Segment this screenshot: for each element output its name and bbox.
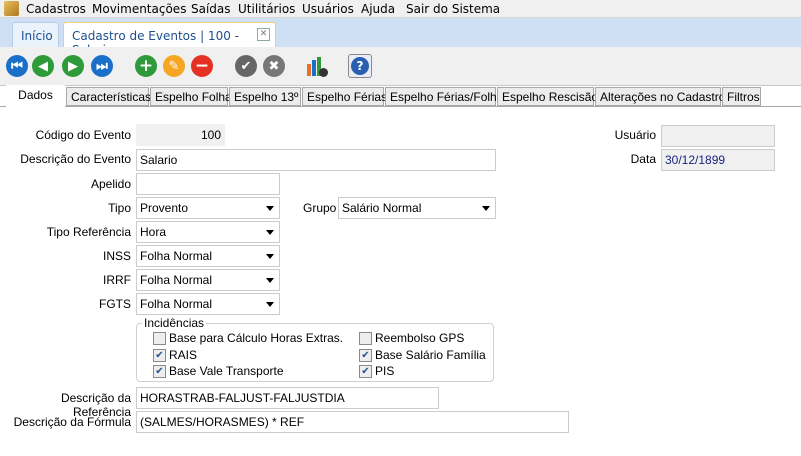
codigo-label: Código do Evento xyxy=(35,128,131,142)
tab-espelho-ferias[interactable]: Espelho Férias xyxy=(302,87,387,106)
checkbox-rais[interactable]: ✔ RAIS xyxy=(153,348,197,362)
inss-value: Folha Normal xyxy=(140,249,213,263)
inss-label: INSS xyxy=(102,249,131,263)
grupo-label: Grupo xyxy=(303,201,337,215)
chevron-down-icon xyxy=(266,230,274,235)
tab-espelho-rescisao[interactable]: Espelho Rescisão xyxy=(497,87,598,106)
checkbox-icon xyxy=(359,331,372,345)
chevron-down-icon xyxy=(266,254,274,259)
report-settings-icon[interactable] xyxy=(306,56,328,78)
checkmark-icon: ✔ xyxy=(359,348,372,362)
menu-usuarios[interactable]: Usuários xyxy=(302,2,354,16)
grupo-value: Salário Normal xyxy=(342,201,422,215)
irrf-label: IRRF xyxy=(103,273,131,287)
fgts-label: FGTS xyxy=(99,297,131,311)
tab-espelho-ferias-folha[interactable]: Espelho Férias/Folha xyxy=(385,87,503,106)
chevron-down-icon xyxy=(266,302,274,307)
apelido-field[interactable] xyxy=(136,173,280,195)
tab-dados[interactable]: Dados xyxy=(6,85,65,107)
grupo-select[interactable]: Salário Normal xyxy=(338,197,496,219)
apelido-label: Apelido xyxy=(90,177,131,191)
checkbox-base-vale-transporte[interactable]: ✔ Base Vale Transporte xyxy=(153,364,284,378)
checkbox-label: Base Vale Transporte xyxy=(169,364,284,378)
close-tab-icon[interactable]: ✕ xyxy=(257,28,270,41)
checkbox-base-horas-extras[interactable]: Base para Cálculo Horas Extras. xyxy=(153,331,343,345)
tabs-divider xyxy=(0,106,801,107)
cancel-icon[interactable]: ✖ xyxy=(263,55,285,77)
inss-select[interactable]: Folha Normal xyxy=(136,245,280,267)
tipo-ref-label: Tipo Referência xyxy=(46,225,131,239)
delete-icon[interactable]: − xyxy=(191,55,213,77)
menu-utilitarios[interactable]: Utilitários xyxy=(238,2,295,16)
app-logo-icon xyxy=(4,1,19,16)
tab-inicio[interactable]: Início xyxy=(12,22,59,47)
desc-formula-label: Descrição da Fórmula xyxy=(13,415,131,429)
tipo-select[interactable]: Provento xyxy=(136,197,280,219)
checkbox-label: PIS xyxy=(375,364,395,378)
chevron-down-icon xyxy=(266,278,274,283)
usuario-field xyxy=(661,125,775,147)
chevron-down-icon xyxy=(482,206,490,211)
desc-formula-field[interactable]: (SALMES/HORASMES) * REF xyxy=(136,411,569,433)
descricao-label: Descrição do Evento xyxy=(20,152,131,166)
checkmark-icon: ✔ xyxy=(359,364,372,378)
checkmark-icon: ✔ xyxy=(153,364,166,378)
tab-caracteristicas[interactable]: Características xyxy=(66,87,151,106)
fgts-select[interactable]: Folha Normal xyxy=(136,293,280,315)
data-label: Data xyxy=(630,152,656,166)
data-field: 30/12/1899 xyxy=(661,149,775,171)
menu-movimentacoes[interactable]: Movimentações xyxy=(92,2,186,16)
menu-cadastros[interactable]: Cadastros xyxy=(26,2,86,16)
previous-record-icon[interactable]: ◀ xyxy=(32,55,54,77)
checkbox-label: Base para Cálculo Horas Extras. xyxy=(169,331,344,345)
checkbox-label: RAIS xyxy=(169,348,198,362)
checkbox-label: Base Salário Família xyxy=(375,348,486,362)
menu-sair[interactable]: Sair do Sistema xyxy=(406,2,500,16)
confirm-icon[interactable]: ✔ xyxy=(235,55,257,77)
menu-saidas[interactable]: Saídas xyxy=(191,2,231,16)
irrf-value: Folha Normal xyxy=(140,273,213,287)
menu-bar: Cadastros Movimentações Saídas Utilitári… xyxy=(0,0,801,18)
checkbox-reembolso-gps[interactable]: Reembolso GPS xyxy=(359,331,464,345)
tab-alteracoes-cadastro[interactable]: Alterações no Cadastro xyxy=(595,87,725,106)
checkbox-icon xyxy=(153,331,166,345)
tipo-ref-select[interactable]: Hora xyxy=(136,221,280,243)
chevron-down-icon xyxy=(266,206,274,211)
fgts-value: Folha Normal xyxy=(140,297,213,311)
tipo-label: Tipo xyxy=(108,201,131,215)
desc-ref-field[interactable]: HORASTRAB-FALJUST-FALJUSTDIA xyxy=(136,387,439,409)
document-tabs: Início Cadastro de Eventos | 100 - Salar… xyxy=(0,18,801,57)
tab-espelho-13[interactable]: Espelho 13º xyxy=(229,87,301,106)
checkbox-base-salario-familia[interactable]: ✔ Base Salário Família xyxy=(359,348,486,362)
checkmark-icon: ✔ xyxy=(153,348,166,362)
tipo-value: Provento xyxy=(140,201,189,215)
irrf-select[interactable]: Folha Normal xyxy=(136,269,280,291)
toolbar: ⏮ ◀ ▶ ⏭ + ✎ − ✔ ✖ ? xyxy=(0,47,801,86)
incidencias-label: Incidências xyxy=(142,316,207,330)
help-button[interactable]: ? xyxy=(348,54,372,78)
tipo-ref-value: Hora xyxy=(140,225,167,239)
next-record-icon[interactable]: ▶ xyxy=(62,55,84,77)
last-record-icon[interactable]: ⏭ xyxy=(91,55,113,77)
edit-icon[interactable]: ✎ xyxy=(163,55,185,77)
checkbox-pis[interactable]: ✔ PIS xyxy=(359,364,394,378)
tab-espelho-folha[interactable]: Espelho Folha xyxy=(150,87,232,106)
menu-ajuda[interactable]: Ajuda xyxy=(361,2,395,16)
tab-filtros[interactable]: Filtros xyxy=(722,87,761,106)
help-icon: ? xyxy=(351,57,369,75)
first-record-icon[interactable]: ⏮ xyxy=(6,55,28,77)
tab-cadastro-eventos[interactable]: Cadastro de Eventos | 100 - Salario ✕ xyxy=(63,22,276,57)
add-icon[interactable]: + xyxy=(135,55,157,77)
checkbox-label: Reembolso GPS xyxy=(375,331,465,345)
descricao-field[interactable]: Salario xyxy=(136,149,496,171)
codigo-field[interactable]: 100 xyxy=(136,124,225,146)
usuario-label: Usuário xyxy=(614,128,656,142)
